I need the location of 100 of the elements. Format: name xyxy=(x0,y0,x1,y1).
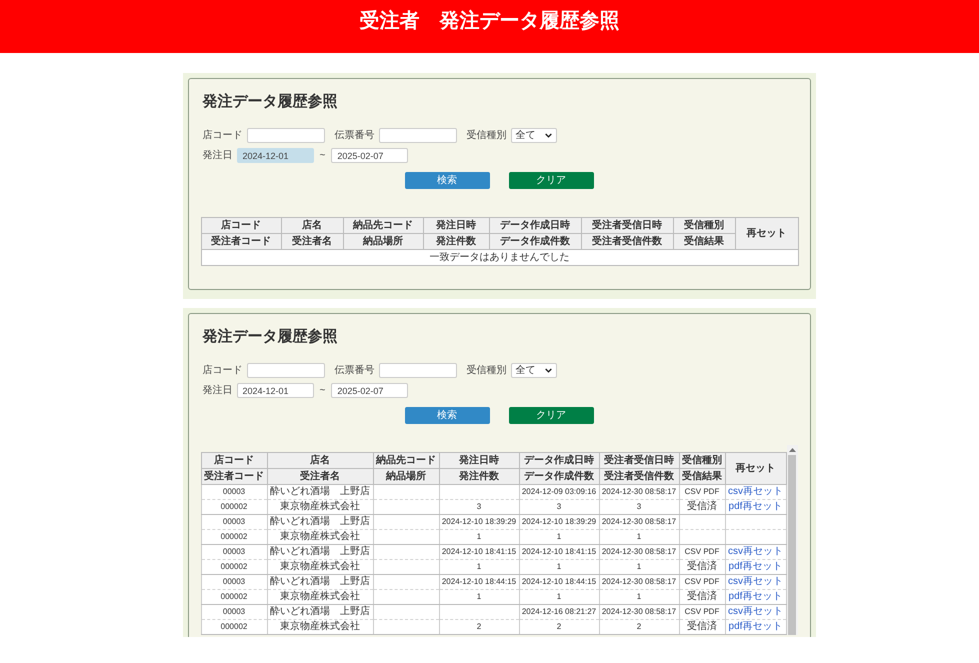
table-cell: 東京物産株式会社 xyxy=(267,530,373,544)
column-header: 発注件数 xyxy=(439,468,519,484)
column-header: 店名 xyxy=(267,452,373,468)
table-cell: 2 xyxy=(519,620,599,634)
table-cell: 1 xyxy=(599,530,679,544)
table-cell: 2024-12-30 08:58:17 xyxy=(599,604,679,620)
input-field[interactable] xyxy=(246,363,324,378)
table-cell: 000002 xyxy=(201,590,267,604)
table-cell: 00003 xyxy=(201,544,267,560)
range-separator: ~ xyxy=(320,150,326,161)
search-button[interactable]: 検索 xyxy=(404,172,490,189)
date-field[interactable]: 2025-02-07 xyxy=(331,148,408,163)
field-label: 発注日 xyxy=(202,150,232,162)
table-cell: 酔いどれ酒場 上野店 xyxy=(267,514,373,530)
table-cell: 2024-12-10 18:44:15 xyxy=(519,574,599,590)
empty-message: 一致データはありませんでした xyxy=(201,250,798,266)
table-cell: 1 xyxy=(599,590,679,604)
column-header: 納品場所 xyxy=(343,234,423,250)
table-cell: 2024-12-10 18:44:15 xyxy=(439,574,519,590)
page-title: 受注者 発注データ履歴参照 xyxy=(360,8,620,34)
field-label: 受信種別 xyxy=(466,364,506,376)
table-cell: 酔いどれ酒場 上野店 xyxy=(267,544,373,560)
scrollbar-thumb[interactable] xyxy=(788,455,796,635)
clear-button[interactable]: クリア xyxy=(508,407,594,424)
field-label: 店コード xyxy=(202,130,242,142)
panel-title: 発注データ履歴参照 xyxy=(202,92,338,112)
input-field[interactable] xyxy=(378,363,456,378)
table-cell: 2024-12-16 08:21:27 xyxy=(519,604,599,620)
table-cell: 1 xyxy=(599,560,679,574)
table-cell: 2 xyxy=(599,620,679,634)
table-cell: 1 xyxy=(439,560,519,574)
table-cell: 00003 xyxy=(201,604,267,620)
column-header: 発注日時 xyxy=(439,452,519,468)
table-cell: CSV PDF xyxy=(679,574,725,590)
column-header: 店コード xyxy=(201,452,267,468)
column-header: 受信種別 xyxy=(679,452,725,468)
column-header: 受注者コード xyxy=(201,468,267,484)
caret-icon xyxy=(544,133,552,138)
table-cell: 東京物産株式会社 xyxy=(267,560,373,574)
date-field[interactable]: 2025-02-07 xyxy=(331,383,408,398)
table-cell: 000002 xyxy=(201,530,267,544)
table-cell: 1 xyxy=(519,530,599,544)
table-cell: 2024-12-30 08:58:17 xyxy=(599,514,679,530)
column-header: 納品先コード xyxy=(373,452,439,468)
table-cell: 酔いどれ酒場 上野店 xyxy=(267,604,373,620)
table-cell: 東京物産株式会社 xyxy=(267,590,373,604)
table-cell: 00003 xyxy=(201,574,267,590)
column-header: 受注者名 xyxy=(281,234,343,250)
table-cell: 2024-12-10 18:39:29 xyxy=(439,514,519,530)
dropdown-select[interactable]: 全て xyxy=(510,363,556,378)
column-header: 発注日時 xyxy=(423,218,489,234)
field-label: 店コード xyxy=(202,364,242,376)
table-cell: 000002 xyxy=(201,620,267,634)
column-header: 受信種別 xyxy=(673,218,735,234)
column-header: 受信結果 xyxy=(673,234,735,250)
scrollbar-track[interactable] xyxy=(786,445,798,635)
date-field[interactable]: 2024-12-01 xyxy=(236,383,314,398)
table-cell: 000002 xyxy=(201,500,267,514)
date-field[interactable]: 2024-12-01 xyxy=(236,148,314,163)
table-cell: 東京物産株式会社 xyxy=(267,620,373,634)
clear-button[interactable]: クリア xyxy=(508,172,594,189)
range-separator: ~ xyxy=(320,385,326,396)
table-cell: CSV PDF xyxy=(679,484,725,500)
table-cell: 1 xyxy=(519,560,599,574)
scroll-up-icon[interactable] xyxy=(788,448,796,452)
column-header: データ作成日時 xyxy=(519,452,599,468)
table-cell: 2024-12-30 08:58:17 xyxy=(599,574,679,590)
table-cell: 1 xyxy=(439,590,519,604)
table-cell: 2024-12-30 08:58:17 xyxy=(599,544,679,560)
table-cell: 000002 xyxy=(201,560,267,574)
field-label: 伝票番号 xyxy=(334,130,374,142)
column-header: データ作成件数 xyxy=(519,468,599,484)
column-header: 再セット xyxy=(735,218,798,250)
table-cell: 2024-12-10 18:41:15 xyxy=(439,544,519,560)
column-header: データ作成件数 xyxy=(489,234,581,250)
table-cell: 1 xyxy=(439,530,519,544)
table-cell: 2024-12-10 18:41:15 xyxy=(519,544,599,560)
column-header: 受注者受信件数 xyxy=(581,234,673,250)
field-label: 伝票番号 xyxy=(334,364,374,376)
input-field[interactable] xyxy=(246,128,324,143)
search-button[interactable]: 検索 xyxy=(404,407,490,424)
table-cell: 東京物産株式会社 xyxy=(267,500,373,514)
input-field[interactable] xyxy=(378,128,456,143)
table-cell: 受信済 xyxy=(679,560,725,574)
table-cell: 3 xyxy=(439,500,519,514)
table-cell: 酔いどれ酒場 上野店 xyxy=(267,574,373,590)
dropdown-select[interactable]: 全て xyxy=(510,128,556,143)
table-cell: 受信済 xyxy=(679,590,725,604)
table-cell: 2024-12-09 03:09:16 xyxy=(519,484,599,500)
column-header: 店名 xyxy=(281,218,343,234)
column-header: 発注件数 xyxy=(423,234,489,250)
column-header: 受注者受信日時 xyxy=(581,218,673,234)
column-header: 受注者名 xyxy=(267,468,373,484)
table-cell: CSV PDF xyxy=(679,544,725,560)
column-header: 受信結果 xyxy=(679,468,725,484)
table-cell: 受信済 xyxy=(679,620,725,634)
column-header: 納品先コード xyxy=(343,218,423,234)
table-cell: 3 xyxy=(599,500,679,514)
column-header: 納品場所 xyxy=(373,468,439,484)
table-cell: 00003 xyxy=(201,484,267,500)
